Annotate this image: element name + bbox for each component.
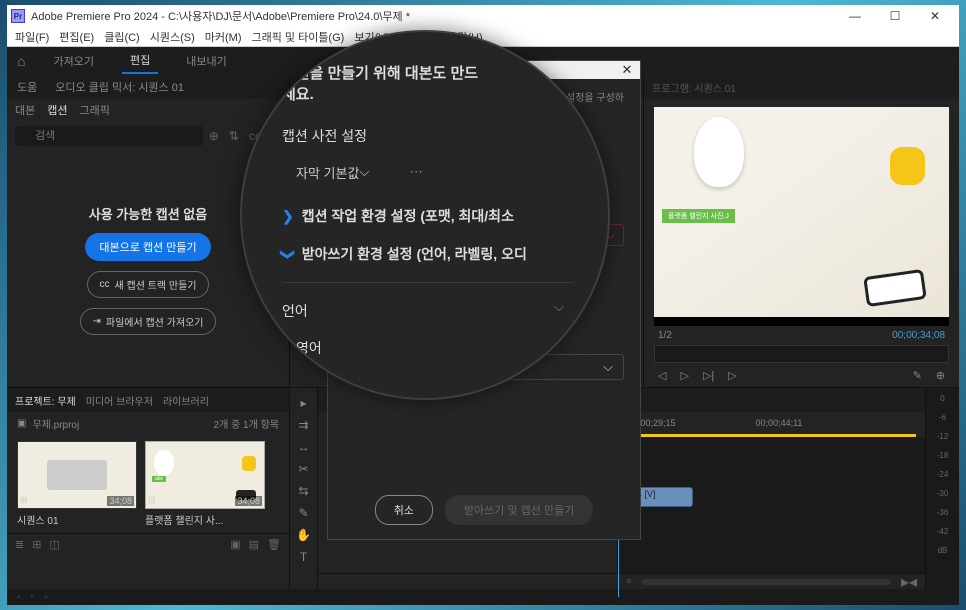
dialog-close-button[interactable]: ✕ xyxy=(618,62,636,78)
mark-in-icon[interactable]: ◁ xyxy=(658,369,666,382)
tools: ▸ ⇉ ↔ ✂ ⇆ ✎ ✋ T xyxy=(290,388,318,589)
ptab-help[interactable]: 도움 xyxy=(13,77,41,97)
zoom-scrollbar[interactable] xyxy=(642,579,891,585)
fit-icon[interactable]: ▸◂ xyxy=(901,572,917,592)
language-dropdown[interactable]: 영어 xyxy=(282,331,584,365)
time-ruler[interactable]: 00;00;29;15 00;00;44;11 xyxy=(618,412,925,434)
new-track-button[interactable]: cc새 캡션 트랙 만들기 xyxy=(87,271,210,298)
monitor-ruler[interactable] xyxy=(654,345,949,363)
home-icon[interactable]: ⌂ xyxy=(17,53,25,69)
preview-overlay-text: 플랫폼 챌린지 사진.J xyxy=(662,209,735,223)
selection-tool-icon[interactable]: ▸ xyxy=(300,396,306,410)
list-view-icon[interactable]: ≣ xyxy=(15,538,24,551)
preview-phone xyxy=(863,269,927,307)
audio-meters: 0 -6 -12 -18 -24 -30 -36 -42 dB xyxy=(925,388,959,589)
preview-watch xyxy=(890,147,925,185)
preset-label: 캡션 사전 설정 xyxy=(282,126,584,146)
ws-edit[interactable]: 편집 xyxy=(122,48,158,74)
preview-mouse xyxy=(694,117,744,187)
project-panel: 프로젝트: 무제 미디어 브라우저 라이브러리 ▣ 무제.prproj 2개 중 … xyxy=(7,388,290,589)
chevron-right-icon: ❯ xyxy=(282,208,294,225)
sequence-icon: ⊞ xyxy=(20,495,28,506)
transcribe-button[interactable]: 대본으로 캡션 만들기 xyxy=(85,233,210,261)
program-monitor: 프로그램: 시퀀스 01 플랫폼 챌린지 사진.J 1/2 00;00;34;0 xyxy=(644,75,959,387)
mark-out-icon[interactable]: ▷ xyxy=(728,369,736,382)
icon-view-icon[interactable]: ⊞ xyxy=(32,538,41,551)
preset-dropdown[interactable]: 자막 기본값 xyxy=(282,156,383,188)
tab-media-browser[interactable]: 미디어 브라우저 xyxy=(86,393,153,408)
window-title: Adobe Premiere Pro 2024 - C:\사용자\DJ\문서\A… xyxy=(31,8,835,24)
settings-icon[interactable]: ⊕ xyxy=(936,369,945,382)
close-button[interactable]: ✕ xyxy=(915,5,955,27)
cancel-button[interactable]: 취소 xyxy=(375,495,433,525)
clip-icon: ⊟ xyxy=(148,495,156,506)
ripple-tool-icon[interactable]: ↔ xyxy=(298,440,310,454)
menu-sequence[interactable]: 시퀀스(S) xyxy=(150,29,195,45)
up-down-icon[interactable]: ⇅ xyxy=(229,129,239,143)
language-label: 언어 xyxy=(282,301,308,321)
tab-transcript[interactable]: 대본 xyxy=(15,102,35,118)
hand-tool-icon[interactable]: ✋ xyxy=(296,528,311,542)
new-bin-icon[interactable]: ▣ xyxy=(230,538,240,551)
tab-caption[interactable]: 캡션 xyxy=(47,102,67,118)
slip-tool-icon[interactable]: ⇆ xyxy=(298,484,308,498)
export-frame-icon[interactable]: ✎ xyxy=(913,369,922,382)
pen-tool-icon[interactable]: ✎ xyxy=(298,506,308,520)
dialog-heading: 세요. xyxy=(282,83,584,104)
zoom-out-icon[interactable]: ◦ xyxy=(626,573,632,591)
more-options-button[interactable]: ⋯ xyxy=(401,156,431,188)
play-icon[interactable]: ▷ xyxy=(680,369,688,382)
sb-icon[interactable]: ▫ xyxy=(31,592,35,603)
menu-clip[interactable]: 클립(C) xyxy=(104,29,140,45)
chevron-down-icon: ❯ xyxy=(279,248,296,260)
ws-export[interactable]: 내보내기 xyxy=(178,49,234,73)
chevron-down-icon xyxy=(359,164,369,180)
dialog-heading: 캡션을 만들기 위해 대본도 만드 xyxy=(282,62,584,83)
add-icon[interactable]: ⊕ xyxy=(209,129,219,143)
type-tool-icon[interactable]: T xyxy=(300,550,307,564)
timeline-tracks[interactable]: .mp4 [V] xyxy=(618,437,925,573)
caption-settings-expander[interactable]: ❯ 캡션 작업 환경 설정 (포맷, 최대/최소 xyxy=(282,206,584,226)
track-select-icon[interactable]: ⇉ xyxy=(298,418,308,432)
search-input[interactable] xyxy=(15,126,203,146)
monitor-zoom[interactable]: 1/2 xyxy=(658,330,672,341)
transcribe-create-button[interactable]: 받아쓰기 및 캡션 만들기 xyxy=(445,495,593,525)
bin-item[interactable]: ⊞ 34;08 시퀀스 01 xyxy=(17,441,137,527)
tab-library[interactable]: 라이브러리 xyxy=(163,393,209,408)
transcription-settings-expander[interactable]: ❯ 받아쓰기 환경 설정 (언어, 라벨링, 오디 xyxy=(282,244,584,264)
tab-program[interactable]: 프로그램: 시퀀스 01 xyxy=(652,80,736,95)
bin-item[interactable]: abc ⊟ 34;08 플랫폼 챌린지 사... xyxy=(145,441,265,527)
sb-icon[interactable]: ▫ xyxy=(44,592,48,603)
ws-import[interactable]: 가져오기 xyxy=(45,49,101,73)
ptab-audiomixer[interactable]: 오디오 클립 믹서: 시퀀스 01 xyxy=(51,77,188,97)
monitor-view[interactable]: 플랫폼 챌린지 사진.J xyxy=(654,107,949,326)
folder-icon: ▣ xyxy=(17,418,26,429)
project-count: 2개 중 1개 항목 xyxy=(214,416,279,431)
trash-icon[interactable]: 🗑 xyxy=(267,538,281,551)
app-icon: Pr xyxy=(11,9,25,23)
step-fwd-icon[interactable]: ▷| xyxy=(703,369,714,382)
menu-edit[interactable]: 편집(E) xyxy=(59,29,94,45)
tab-project[interactable]: 프로젝트: 무제 xyxy=(15,393,76,408)
menu-marker[interactable]: 마커(M) xyxy=(205,29,242,45)
no-caption-msg: 사용 가능한 캡션 없음 xyxy=(89,204,207,223)
zoom-lens: 캡션을 만들기 위해 대본도 만드 세요. 캡션 사전 설정 자막 기본값 ⋯ … xyxy=(240,30,610,400)
monitor-timecode[interactable]: 00;00;34;08 xyxy=(892,330,945,341)
import-caption-button[interactable]: ⇥파일에서 캡션 가져오기 xyxy=(80,308,217,335)
tab-graphics[interactable]: 그래픽 xyxy=(80,102,110,118)
maximize-button[interactable]: ☐ xyxy=(875,5,915,27)
project-file: 무제.prproj xyxy=(32,416,79,431)
freeform-icon[interactable]: ◫ xyxy=(49,538,59,551)
sb-icon[interactable]: ▫ xyxy=(17,592,21,603)
menu-file[interactable]: 파일(F) xyxy=(15,29,49,45)
minimize-button[interactable]: — xyxy=(835,5,875,27)
razor-tool-icon[interactable]: ✂ xyxy=(298,462,308,476)
titlebar: Pr Adobe Premiere Pro 2024 - C:\사용자\DJ\문… xyxy=(7,5,959,27)
chevron-down-icon xyxy=(554,299,564,315)
new-item-icon[interactable]: ▤ xyxy=(249,538,259,551)
